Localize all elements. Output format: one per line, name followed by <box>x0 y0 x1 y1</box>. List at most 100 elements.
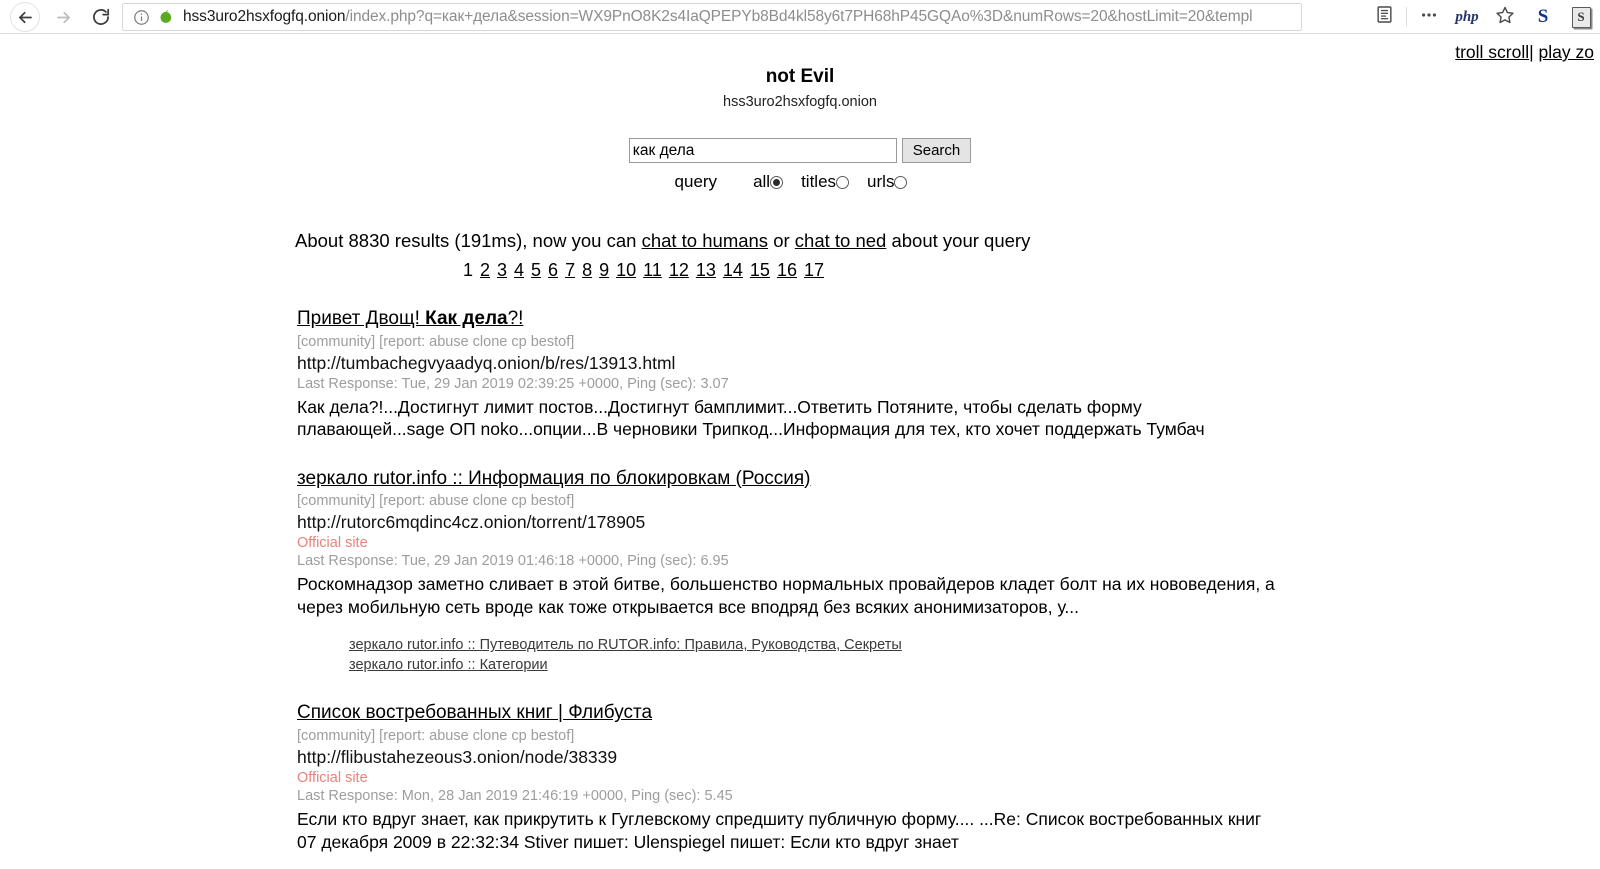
forward-icon <box>54 8 73 27</box>
pagination-page-17[interactable]: 17 <box>804 260 824 280</box>
url-host: hss3uro2hsxfogfq.onion <box>183 8 346 25</box>
page-content: troll scroll| play zo not Evil hss3uro2h… <box>0 34 1600 869</box>
forward-button[interactable] <box>44 0 82 34</box>
url-path: /index.php?q=как+дела&session=WX9PnO8K2s… <box>345 8 1253 25</box>
browser-toolbar: hss3uro2hsxfogfq.onion/index.php?q=как+д… <box>0 0 1600 34</box>
result-tags[interactable]: [community] [report: abuse clone cp best… <box>297 493 1307 509</box>
s-badge-extension-button[interactable]: S <box>1562 0 1600 34</box>
corner-link-separator: | <box>1529 42 1534 62</box>
result-meta: Last Response: Tue, 29 Jan 2019 02:39:25… <box>297 375 729 392</box>
result-title-suffix: ?! <box>507 308 524 329</box>
pagination-page-2[interactable]: 2 <box>480 260 490 280</box>
search-scope-options: query all titles urls <box>0 172 1600 192</box>
toolbar-divider <box>1406 7 1407 27</box>
results-summary-middle: or <box>768 230 795 251</box>
troll-scroll-link[interactable]: troll scroll <box>1455 42 1529 62</box>
more-menu-button[interactable] <box>1410 0 1448 34</box>
pagination-page-14[interactable]: 14 <box>723 260 743 280</box>
search-form: Search <box>0 138 1600 163</box>
result-meta: Last Response: Mon, 28 Jan 2019 21:46:19… <box>297 788 733 805</box>
chat-to-humans-link[interactable]: chat to humans <box>642 230 769 251</box>
pagination-page-9[interactable]: 9 <box>599 260 609 280</box>
reader-view-button[interactable] <box>1365 0 1403 34</box>
result-title-link[interactable]: Список востребованных книг | Флибуста <box>297 702 652 724</box>
play-zone-link[interactable]: play zo <box>1539 42 1594 62</box>
pagination-page-3[interactable]: 3 <box>497 260 507 280</box>
chat-to-ned-link[interactable]: chat to ned <box>795 230 887 251</box>
star-icon <box>1495 5 1515 30</box>
back-button[interactable] <box>6 0 44 34</box>
result-title-prefix: Список востребованных книг | Флибуста <box>297 702 653 724</box>
pagination-page-16[interactable]: 16 <box>777 260 797 280</box>
bookmark-button[interactable] <box>1486 0 1524 34</box>
pagination-links: 2 3 4 5 6 7 8 9 10 11 12 13 14 15 16 17 <box>480 260 831 280</box>
result-url[interactable]: http://rutorc6mqdinc4cz.onion/torrent/17… <box>297 512 1307 533</box>
reader-icon <box>1375 5 1394 29</box>
result-tags[interactable]: [community] [report: abuse clone cp best… <box>297 728 1307 744</box>
pagination-page-7[interactable]: 7 <box>565 260 575 280</box>
scope-option-urls[interactable]: urls <box>867 172 925 192</box>
scope-option-titles-label: titles <box>801 172 837 191</box>
back-icon <box>10 2 40 32</box>
result-sublink[interactable]: зеркало rutor.info :: Категории <box>349 656 1307 676</box>
php-extension-button[interactable]: php <box>1448 0 1486 34</box>
pagination-page-6[interactable]: 6 <box>548 260 558 280</box>
s-extension-button[interactable]: S <box>1524 0 1562 34</box>
pagination-page-4[interactable]: 4 <box>514 260 524 280</box>
result-url[interactable]: http://flibustahezeous3.onion/node/38339 <box>297 747 1307 768</box>
corner-links: troll scroll| play zo <box>1455 42 1594 63</box>
result-title-prefix: Привет Двощ! <box>297 308 426 329</box>
result-official-badge: Official site <box>297 770 368 787</box>
search-input[interactable] <box>628 138 897 163</box>
site-info-icon[interactable] <box>133 9 150 26</box>
result-sublink[interactable]: зеркало rutor.info :: Путеводитель по RU… <box>349 636 1307 656</box>
browser-toolbar-icons: php S S <box>1365 0 1600 34</box>
pagination-page-15[interactable]: 15 <box>750 260 770 280</box>
result-item: зеркало rutor.info :: Информация по блок… <box>297 468 1307 676</box>
result-title-link[interactable]: Привет Двощ! Как дела?! <box>297 308 523 330</box>
results-summary-suffix: about your query <box>886 230 1031 251</box>
result-meta: Last Response: Tue, 29 Jan 2019 01:46:18… <box>297 553 729 570</box>
reload-button[interactable] <box>82 0 120 34</box>
scope-option-urls-label: urls <box>867 172 895 191</box>
result-snippet: Как дела?!...Достигнут лимит постов...До… <box>297 396 1205 440</box>
result-tags[interactable]: [community] [report: abuse clone cp best… <box>297 334 1307 350</box>
pagination-page-8[interactable]: 8 <box>582 260 592 280</box>
onion-favicon-icon <box>158 9 174 25</box>
pagination-page-13[interactable]: 13 <box>696 260 716 280</box>
page-subtitle: hss3uro2hsxfogfq.onion <box>723 94 877 110</box>
pagination-current-page: 1 <box>462 260 473 280</box>
ellipsis-icon <box>1419 5 1439 30</box>
scope-radio-all[interactable] <box>770 175 784 189</box>
results-container: About 8830 results (191ms), now you can … <box>295 230 1307 853</box>
search-button[interactable]: Search <box>901 138 972 163</box>
results-summary: About 8830 results (191ms), now you can … <box>295 230 1307 252</box>
url-text: hss3uro2hsxfogfq.onion/index.php?q=как+д… <box>183 8 1252 26</box>
result-item: Привет Двощ! Как дела?! [community] [rep… <box>297 308 1307 441</box>
pagination-page-5[interactable]: 5 <box>531 260 541 280</box>
result-sublinks: зеркало rutor.info :: Путеводитель по RU… <box>349 636 1307 675</box>
pagination-page-11[interactable]: 11 <box>643 260 662 280</box>
result-title-link[interactable]: зеркало rutor.info :: Информация по блок… <box>297 468 811 490</box>
result-title-highlight: Как дела <box>425 308 508 329</box>
page-title: not Evil <box>765 66 835 87</box>
result-url[interactable]: http://tumbachegvyaadyq.onion/b/res/1391… <box>297 353 1307 374</box>
pagination-page-10[interactable]: 10 <box>616 260 636 280</box>
result-official-badge: Official site <box>297 535 368 552</box>
result-item: Список востребованных книг | Флибуста [c… <box>297 702 1307 853</box>
scope-radio-urls[interactable] <box>894 175 908 189</box>
results-summary-prefix: About 8830 results (191ms), now you can <box>295 230 642 251</box>
reload-icon <box>91 7 111 27</box>
pagination: 1 2 3 4 5 6 7 8 9 10 11 12 13 14 15 16 17 <box>297 260 997 281</box>
scope-option-titles[interactable]: titles <box>801 172 867 192</box>
result-snippet: Роскомнадзор заметно сливает в этой битв… <box>297 574 1275 617</box>
query-label: query <box>674 172 718 191</box>
address-bar[interactable]: hss3uro2hsxfogfq.onion/index.php?q=как+д… <box>122 3 1302 31</box>
pagination-page-12[interactable]: 12 <box>669 260 689 280</box>
scope-option-all[interactable]: all <box>753 172 801 192</box>
result-title-prefix: зеркало rutor.info :: Информация по блок… <box>297 467 811 489</box>
s-badge-icon: S <box>1571 6 1591 28</box>
scope-option-all-label: all <box>753 172 771 191</box>
result-snippet: Если кто вдруг знает, как прикрутить к Г… <box>297 809 1262 852</box>
scope-radio-titles[interactable] <box>836 175 850 189</box>
